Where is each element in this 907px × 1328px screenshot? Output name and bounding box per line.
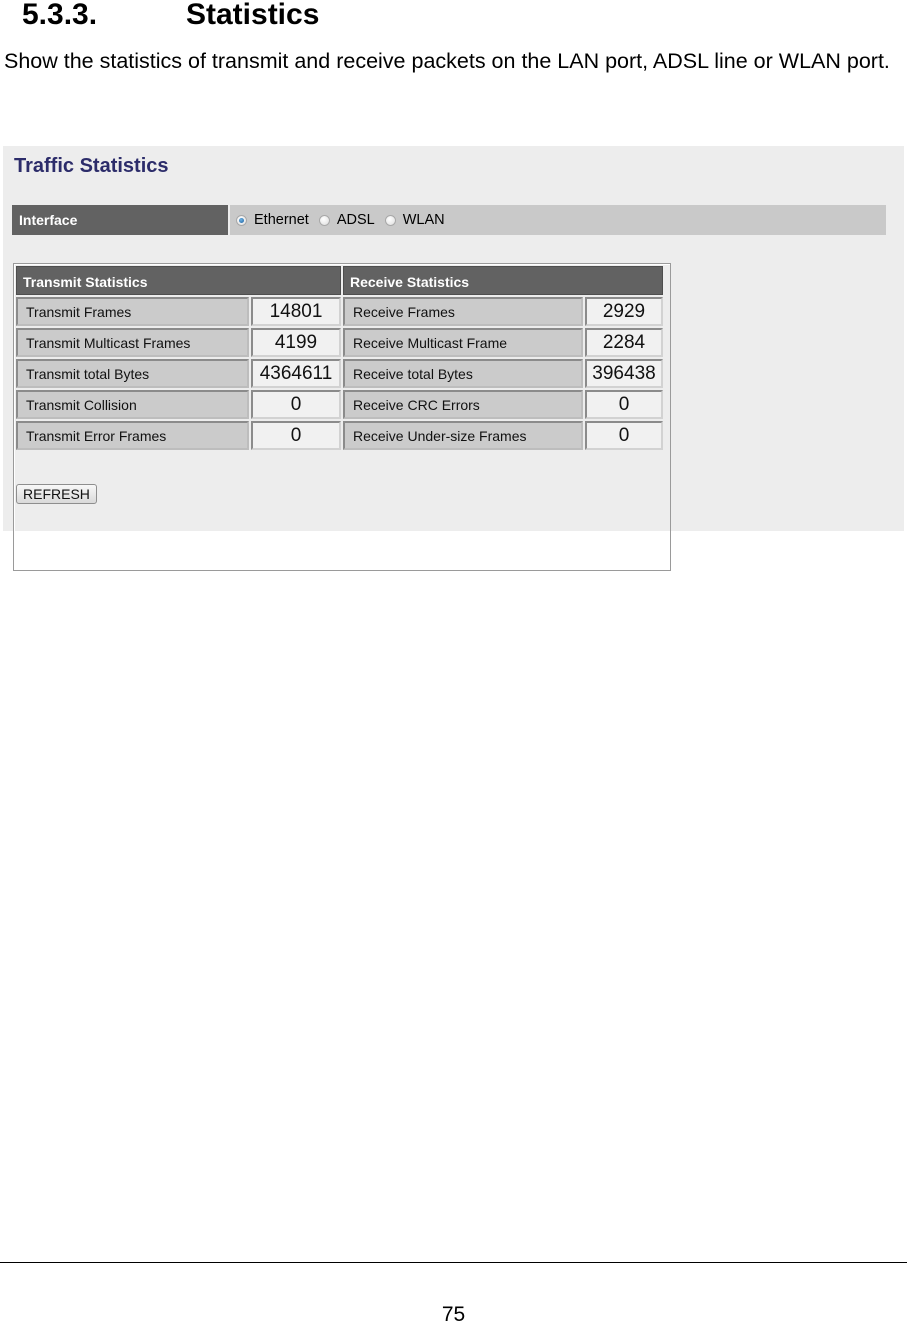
transmit-label: Transmit Collision — [16, 390, 249, 419]
transmit-value: 4199 — [251, 328, 341, 357]
interface-row: Interface Ethernet ADSL WLAN — [12, 205, 886, 235]
receive-value: 0 — [585, 421, 663, 450]
radio-wlan[interactable]: WLAN — [384, 212, 445, 228]
statistics-table: Transmit Statistics Receive Statistics T… — [13, 263, 671, 571]
transmit-label: Transmit Multicast Frames — [16, 328, 249, 357]
transmit-value: 4364611 — [251, 359, 341, 388]
interface-options: Ethernet ADSL WLAN — [230, 205, 886, 235]
interface-label: Interface — [12, 205, 228, 235]
transmit-header: Transmit Statistics — [16, 266, 341, 295]
receive-label: Receive CRC Errors — [343, 390, 583, 419]
section-number: 5.3.3. — [22, 0, 98, 31]
radio-label: Ethernet — [254, 212, 309, 228]
receive-label: Receive Under-size Frames — [343, 421, 583, 450]
footer-divider — [0, 1262, 907, 1263]
page-number: 75 — [441, 1303, 466, 1326]
radio-checked-icon[interactable] — [236, 214, 247, 226]
receive-value: 396438 — [585, 359, 663, 388]
transmit-label: Transmit Error Frames — [16, 421, 249, 450]
transmit-label: Transmit Frames — [16, 297, 249, 326]
receive-label: Receive Multicast Frame — [343, 328, 583, 357]
radio-label: WLAN — [402, 212, 445, 228]
radio-unchecked-icon[interactable] — [384, 214, 396, 226]
receive-value: 0 — [585, 390, 663, 419]
section-title: Statistics — [186, 0, 320, 31]
transmit-value: 0 — [251, 421, 341, 450]
traffic-statistics-panel: Traffic Statistics Interface Ethernet AD… — [3, 146, 904, 571]
radio-unchecked-icon[interactable] — [318, 214, 330, 226]
refresh-button[interactable]: REFRESH — [16, 484, 97, 504]
receive-value: 2929 — [585, 297, 663, 326]
radio-label: ADSL — [336, 212, 375, 228]
receive-value: 2284 — [585, 328, 663, 357]
transmit-value: 14801 — [251, 297, 341, 326]
radio-adsl[interactable]: ADSL — [318, 212, 375, 228]
panel-title: Traffic Statistics — [14, 155, 169, 177]
transmit-label: Transmit total Bytes — [16, 359, 249, 388]
receive-label: Receive total Bytes — [343, 359, 583, 388]
intro-paragraph: Show the statistics of transmit and rece… — [4, 49, 890, 73]
receive-header: Receive Statistics — [343, 266, 663, 295]
receive-label: Receive Frames — [343, 297, 583, 326]
radio-ethernet[interactable]: Ethernet — [236, 212, 309, 228]
section-heading: 5.3.3. Statistics — [22, 0, 319, 32]
transmit-value: 0 — [251, 390, 341, 419]
